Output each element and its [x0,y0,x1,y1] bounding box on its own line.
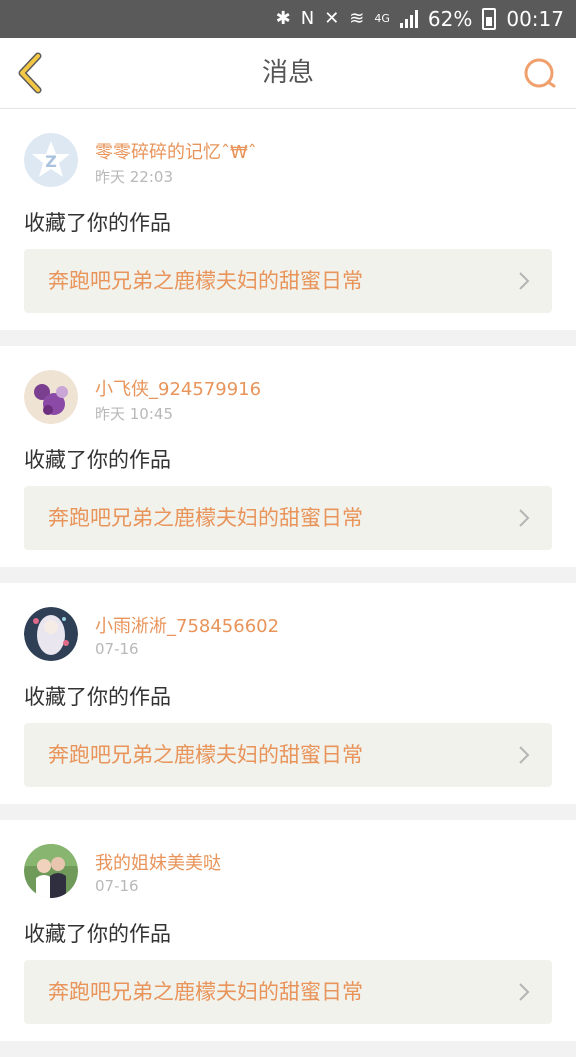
message-time: 07-16 [95,877,139,895]
battery-icon [482,8,497,30]
chevron-right-icon [519,509,530,527]
purple-flower-avatar-icon [24,370,78,424]
avatar[interactable]: Z [24,133,78,187]
work-title: 奔跑吧兄弟之鹿檬夫妇的甜蜜日常 [48,269,363,293]
work-link[interactable]: 奔跑吧兄弟之鹿檬夫妇的甜蜜日常 [24,723,552,787]
work-link[interactable]: 奔跑吧兄弟之鹿檬夫妇的甜蜜日常 [24,960,552,1024]
work-link[interactable]: 奔跑吧兄弟之鹿檬夫妇的甜蜜日常 [24,249,552,313]
avatar[interactable] [24,370,78,424]
user-name[interactable]: 小雨淅淅_758456602 [95,612,279,638]
svg-text:Z: Z [45,152,57,171]
avatar[interactable] [24,607,78,661]
message-action: 收藏了你的作品 [24,685,171,709]
message-card: Z 零零碎碎的记忆ˆ₩ˆ 昨天 22:03 收藏了你的作品 奔跑吧兄弟之鹿檬夫妇… [0,109,576,330]
message-card: 小飞侠_924579916 昨天 10:45 收藏了你的作品 奔跑吧兄弟之鹿檬夫… [0,346,576,567]
message-action: 收藏了你的作品 [24,922,171,946]
chevron-right-icon [519,272,530,290]
bluetooth-icon: ✱ [275,8,291,29]
signal-icon [399,10,418,28]
chevron-right-icon [519,983,530,1001]
user-name[interactable]: 零零碎碎的记忆ˆ₩ˆ [95,138,257,164]
message-action: 收藏了你的作品 [24,211,171,235]
work-title: 奔跑吧兄弟之鹿檬夫妇的甜蜜日常 [48,743,363,767]
page-title: 消息 [261,58,314,88]
message-time: 07-16 [95,640,139,658]
user-name[interactable]: 小飞侠_924579916 [95,375,261,401]
search-icon [524,58,556,88]
wifi-icon: ≋ [349,8,365,29]
network-type: 4G [374,12,390,25]
user-name[interactable]: 我的姐妹美美哒 [95,849,221,875]
qq-default-avatar-icon: Z [24,133,78,187]
battery-percent: 62% [427,7,473,31]
work-link[interactable]: 奔跑吧兄弟之鹿檬夫妇的甜蜜日常 [24,486,552,550]
nfc-icon: N [300,8,315,29]
search-button[interactable] [520,54,560,94]
message-list: Z 零零碎碎的记忆ˆ₩ˆ 昨天 22:03 收藏了你的作品 奔跑吧兄弟之鹿檬夫妇… [0,109,576,1057]
status-icons: ✱ N ✕ ≋ 4G 62% 00:17 [276,0,564,38]
work-title: 奔跑吧兄弟之鹿檬夫妇的甜蜜日常 [48,980,363,1004]
couple-photo-avatar-icon [24,844,78,898]
message-time: 昨天 10:45 [95,405,173,423]
message-card: 我的姐妹美美哒 07-16 收藏了你的作品 奔跑吧兄弟之鹿檬夫妇的甜蜜日常 [0,820,576,1041]
clock: 00:17 [506,7,564,31]
status-bar: ✱ N ✕ ≋ 4G 62% 00:17 [0,0,576,38]
avatar[interactable] [24,844,78,898]
message-card: 小雨淅淅_758456602 07-16 收藏了你的作品 奔跑吧兄弟之鹿檬夫妇的… [0,583,576,804]
message-time: 昨天 22:03 [95,168,173,186]
chevron-right-icon [519,746,530,764]
work-title: 奔跑吧兄弟之鹿檬夫妇的甜蜜日常 [48,506,363,530]
message-action: 收藏了你的作品 [24,448,171,472]
anime-girl-avatar-icon [24,607,78,661]
mute-icon: ✕ [324,8,340,29]
header-bar: 消息 [0,38,576,109]
